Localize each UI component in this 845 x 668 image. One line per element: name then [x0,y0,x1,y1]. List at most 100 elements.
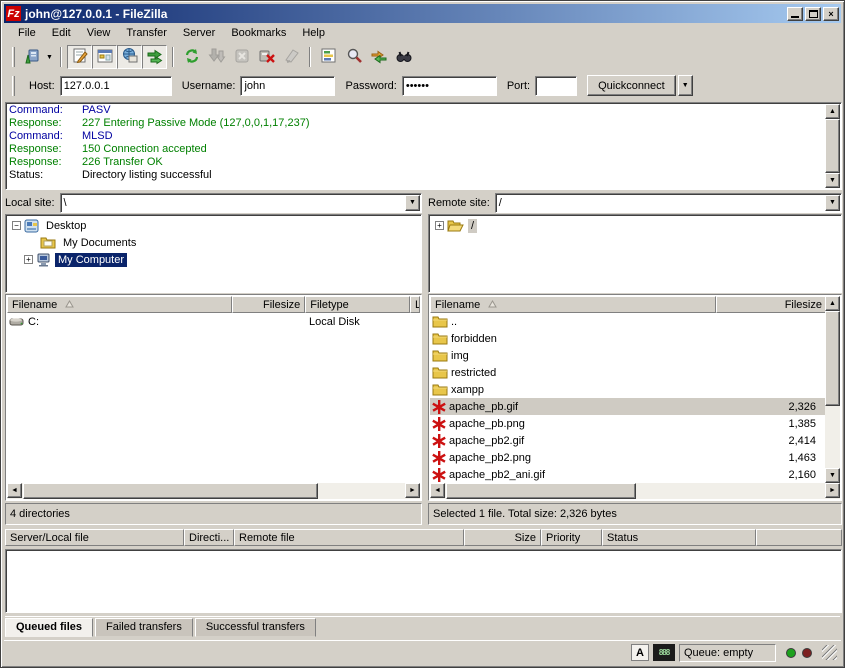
file-name: apache_pb2.gif [449,435,712,447]
toggle-local-tree-button[interactable] [92,45,117,69]
refresh-button[interactable] [179,45,204,69]
username-input[interactable] [240,76,335,96]
remote-vertical-scrollbar[interactable]: ▲ ▼ [825,296,840,483]
column-header-filename[interactable]: Filename [7,296,232,313]
tree-item-desktop[interactable]: − Desktop [6,217,421,234]
log-scrollbar[interactable]: ▲ ▼ [825,104,840,188]
host-input[interactable] [60,76,172,96]
scroll-down-icon[interactable]: ▼ [825,468,840,483]
local-site-combo[interactable]: \ ▼ [60,193,422,213]
column-header-filesize[interactable]: Filesize [232,296,305,313]
column-header-priority[interactable]: Priority [541,529,602,546]
file-row[interactable]: restricted [430,364,825,381]
column-header-direction[interactable]: Directi... [184,529,234,546]
menu-bookmarks[interactable]: Bookmarks [223,25,294,41]
toolbar-grip[interactable] [12,47,15,67]
menu-transfer[interactable]: Transfer [118,25,175,41]
speed-limit-icon[interactable]: 888 [653,644,675,661]
scroll-up-icon[interactable]: ▲ [825,296,840,311]
scroll-right-icon[interactable]: ► [405,483,420,498]
expand-icon[interactable]: + [435,221,444,230]
tab-successful-transfers[interactable]: Successful transfers [195,618,316,637]
log-scrollbar-thumb[interactable] [825,119,840,173]
find-button[interactable] [391,45,416,69]
close-button[interactable]: × [823,7,839,21]
quickconnect-button[interactable]: Quickconnect [587,75,676,96]
queue-list[interactable] [5,549,842,613]
menu-view[interactable]: View [79,25,119,41]
column-header-filename[interactable]: Filename [430,296,716,313]
file-row[interactable]: apache_pb2_ani.gif 2,160 [430,466,825,483]
cancel-button[interactable] [229,45,254,69]
toggle-remote-tree-button[interactable] [117,45,142,69]
remote-hscrollbar-thumb[interactable] [446,483,636,499]
maximize-button[interactable] [805,7,821,21]
menu-help[interactable]: Help [294,25,333,41]
collapse-icon[interactable]: − [12,221,21,230]
local-hscrollbar-thumb[interactable] [23,483,318,499]
file-row-selected[interactable]: apache_pb.gif 2,326 [430,398,825,415]
site-manager-dropdown[interactable]: ▼ [44,46,55,68]
menu-edit[interactable]: Edit [44,25,79,41]
scroll-left-icon[interactable]: ◄ [430,483,445,498]
file-row[interactable]: .. [430,313,825,330]
desktop-icon [24,219,39,233]
remote-site-combo[interactable]: / ▼ [495,193,842,213]
minimize-button[interactable] [787,7,803,21]
image-file-icon [432,468,446,482]
column-header-remote-file[interactable]: Remote file [234,529,464,546]
window-title: john@127.0.0.1 - FileZilla [25,7,787,21]
port-input[interactable] [535,76,577,96]
column-header-filetype[interactable]: Filetype [305,296,410,313]
file-row[interactable]: xampp [430,381,825,398]
password-input[interactable] [402,76,497,96]
local-horizontal-scrollbar[interactable]: ◄ ► [7,483,420,499]
scroll-left-icon[interactable]: ◄ [7,483,22,498]
menu-file[interactable]: File [10,25,44,41]
filter-button[interactable] [316,45,341,69]
toggle-message-log-button[interactable] [67,45,92,69]
toggle-transfer-queue-button[interactable] [142,45,167,69]
resize-grip[interactable] [822,645,837,660]
tree-item-my-documents[interactable]: My Documents [6,234,421,251]
site-manager-button[interactable] [19,45,44,69]
file-row[interactable]: apache_pb.png 1,385 [430,415,825,432]
file-size: 2,326 [712,401,820,413]
remote-horizontal-scrollbar[interactable]: ◄ ► [430,483,840,499]
tree-item-label: My Documents [60,236,139,250]
file-row[interactable]: forbidden [430,330,825,347]
column-header-status[interactable]: Status [602,529,756,546]
remote-vscrollbar-thumb[interactable] [825,311,840,406]
scroll-down-icon[interactable]: ▼ [825,173,840,188]
tree-item-root[interactable]: + / [429,217,841,234]
menu-server[interactable]: Server [175,25,223,41]
title-bar[interactable]: Fz john@127.0.0.1 - FileZilla × [4,4,841,23]
tab-failed-transfers[interactable]: Failed transfers [95,618,193,637]
column-header-filesize[interactable]: Filesize [716,296,827,313]
column-header-size[interactable]: Size [464,529,541,546]
scroll-up-icon[interactable]: ▲ [825,104,840,119]
documents-folder-icon [40,236,56,249]
synchronized-browsing-button[interactable] [366,45,391,69]
folder-icon [432,332,448,345]
scroll-right-icon[interactable]: ► [825,483,840,498]
remote-site-combo-dropdown[interactable]: ▼ [825,195,840,211]
expand-icon[interactable]: + [24,255,33,264]
local-site-combo-dropdown[interactable]: ▼ [405,195,420,211]
quickconnect-dropdown[interactable]: ▼ [678,75,693,96]
remote-site-label: Remote site: [428,197,490,209]
directory-comparison-button[interactable] [341,45,366,69]
file-row[interactable]: apache_pb2.png 1,463 [430,449,825,466]
disconnect-button[interactable] [254,45,279,69]
column-header-lastmodified[interactable]: L [410,296,420,313]
file-row[interactable]: apache_pb2.gif 2,414 [430,432,825,449]
quickconnect-grip[interactable] [12,76,15,96]
tree-item-my-computer[interactable]: + My Computer [6,251,421,268]
process-queue-button[interactable] [204,45,229,69]
column-header-server-local-file[interactable]: Server/Local file [5,529,184,546]
tab-queued-files[interactable]: Queued files [5,618,93,637]
reconnect-button[interactable] [279,45,304,69]
data-type-indicator-icon[interactable]: A [631,644,649,661]
file-row[interactable]: img [430,347,825,364]
file-row-local-disk[interactable]: C: Local Disk [7,313,420,330]
